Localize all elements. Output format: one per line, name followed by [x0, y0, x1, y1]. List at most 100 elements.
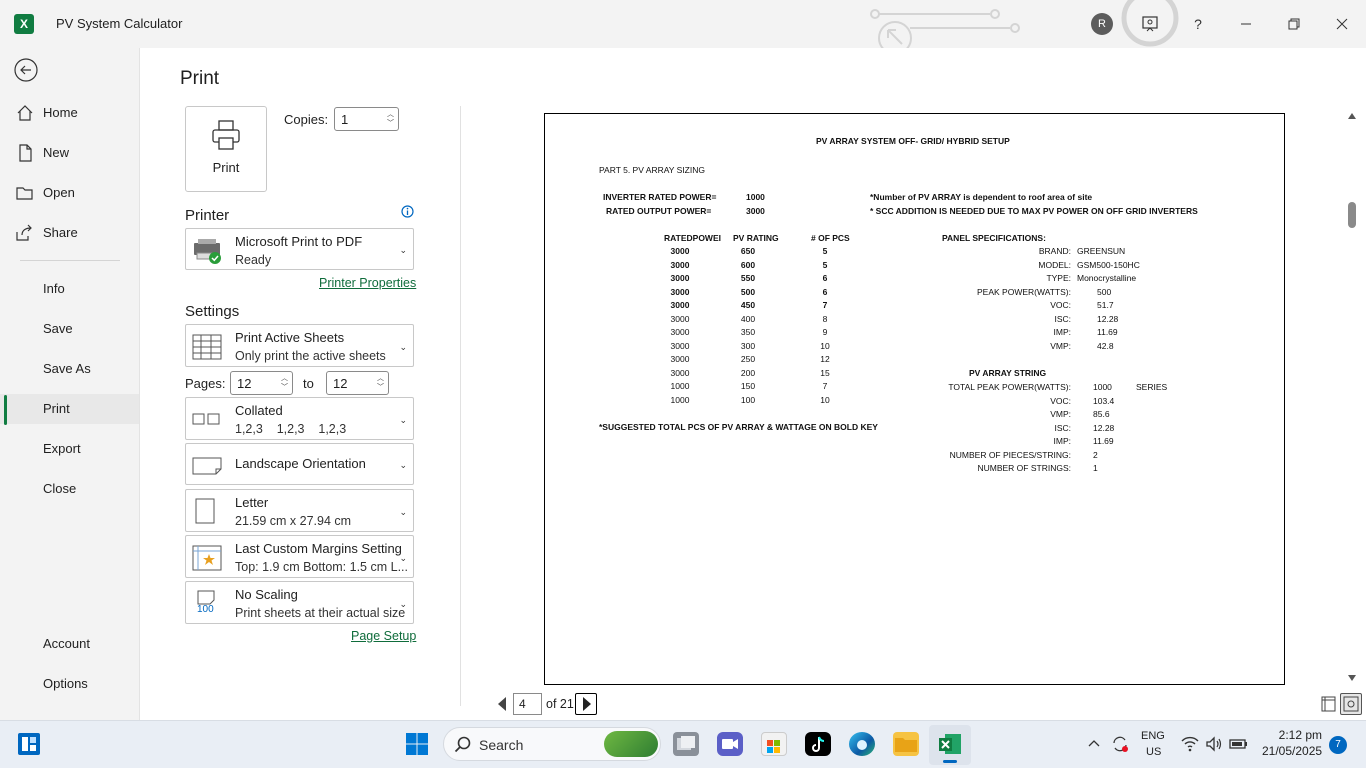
restore-button[interactable] [1282, 12, 1306, 36]
search-highlight-image [604, 731, 658, 757]
table-cell: 1000 [670, 394, 690, 405]
stepper-arrows-icon[interactable]: ︿ ﹀ [387, 110, 394, 128]
excel-taskbar-app[interactable] [929, 725, 971, 765]
volume-icon[interactable] [1205, 735, 1223, 753]
custom-margins-icon [192, 545, 222, 571]
letter-page-icon [195, 498, 215, 524]
edge-app[interactable] [849, 732, 875, 756]
spec-value: GREENSUN [1077, 246, 1126, 256]
print-what-dropdown[interactable]: Print Active Sheets Only print the activ… [185, 324, 414, 367]
taskbar-search[interactable]: Search [443, 727, 661, 761]
total-pages-label: of 21 [546, 697, 574, 711]
task-view-app[interactable] [673, 732, 699, 756]
back-button[interactable] [14, 58, 38, 82]
sheet-title: PV ARRAY SYSTEM OFF- GRID/ HYBRID SETUP [816, 136, 1010, 146]
pages-from-stepper[interactable]: 12 ︿ ﹀ [230, 371, 293, 395]
nav-export-label: Export [43, 441, 81, 456]
print-button[interactable]: Print [185, 106, 267, 192]
clock-time[interactable]: 2:12 pm [1262, 728, 1322, 742]
nav-close-label: Close [43, 481, 77, 496]
previous-page-icon[interactable] [496, 696, 508, 712]
preview-scrollbar[interactable] [1343, 107, 1361, 687]
copies-stepper[interactable]: 1 ︿ ﹀ [334, 107, 399, 131]
spec-value: Monocrystalline [1077, 273, 1137, 283]
nav-new[interactable]: New [0, 138, 139, 168]
table-cell: 150 [740, 381, 756, 391]
clock-date[interactable]: 21/05/2025 [1262, 744, 1322, 758]
nav-close[interactable]: Close [0, 474, 139, 504]
tiktok-app[interactable] [805, 732, 831, 756]
nav-account[interactable]: Account [0, 629, 139, 659]
close-window-button[interactable] [1330, 12, 1354, 36]
notification-badge[interactable]: 7 [1329, 736, 1347, 754]
restore-icon [1288, 18, 1300, 30]
nav-open[interactable]: Open [0, 178, 139, 208]
table-cell: 3000 [670, 300, 690, 310]
nav-options-label: Options [43, 676, 88, 691]
paper-size-dropdown[interactable]: Letter 21.59 cm x 27.94 cm ⌄ [185, 489, 414, 532]
wifi-icon[interactable] [1181, 735, 1199, 753]
table-cell: 12 [820, 354, 830, 364]
nav-options[interactable]: Options [0, 669, 139, 699]
language-indicator[interactable]: ENG [1141, 730, 1165, 742]
nav-info[interactable]: Info [0, 274, 139, 304]
stepper-arrows-icon[interactable]: ︿ ﹀ [377, 374, 384, 392]
print-what-desc: Only print the active sheets [235, 349, 386, 363]
margins-dropdown[interactable]: Last Custom Margins Setting Top: 1.9 cm … [185, 535, 414, 578]
printer-dropdown[interactable]: Microsoft Print to PDF Ready ⌄ [185, 228, 414, 270]
minimize-button[interactable] [1234, 12, 1258, 36]
widgets-button[interactable] [18, 733, 40, 755]
store-app[interactable] [761, 732, 787, 756]
nav-save-as-label: Save As [43, 361, 91, 376]
inverter-rated-label: INVERTER RATED POWER= [603, 192, 717, 202]
collation-dropdown[interactable]: Collated 1,2,3 1,2,3 1,2,3 ⌄ [185, 397, 414, 440]
nav-save[interactable]: Save [0, 314, 139, 344]
sync-icon[interactable] [1110, 734, 1130, 754]
table-cell: 10 [820, 340, 830, 351]
chevron-up-icon[interactable] [1087, 737, 1101, 751]
user-avatar[interactable]: R [1091, 13, 1113, 35]
keyboard-layout[interactable]: US [1146, 746, 1161, 758]
backstage-nav: Home New Open Share Info Save Save As Pr… [0, 48, 140, 720]
table-cell: 450 [740, 300, 756, 310]
zoom-to-page-button[interactable] [1340, 693, 1362, 715]
margins-desc: Top: 1.9 cm Bottom: 1.5 cm L... [235, 560, 408, 574]
feedback-button[interactable] [1138, 12, 1162, 36]
nav-save-as[interactable]: Save As [0, 354, 139, 384]
nav-share[interactable]: Share [0, 218, 139, 248]
table-cell: 3000 [670, 354, 690, 364]
spec-label: VOC: [1050, 395, 1071, 406]
battery-icon[interactable] [1229, 736, 1249, 752]
nav-home[interactable]: Home [0, 98, 139, 128]
file-explorer-app[interactable] [893, 732, 919, 756]
nav-print[interactable]: Print [0, 394, 139, 424]
title-bar: X PV System Calculator R ? [0, 0, 1366, 48]
stepper-arrows-icon[interactable]: ︿ ﹀ [281, 374, 288, 392]
nav-export[interactable]: Export [0, 434, 139, 464]
scaling-dropdown[interactable]: 100 No Scaling Print sheets at their act… [185, 581, 414, 624]
show-margins-icon[interactable] [1321, 696, 1336, 712]
page-setup-link[interactable]: Page Setup [351, 629, 416, 643]
table-cell: 600 [740, 259, 756, 270]
spec-label: VMP: [1050, 409, 1071, 419]
windows-start-icon[interactable] [405, 732, 429, 756]
table-cell: 6 [822, 286, 828, 297]
next-page-button[interactable] [575, 693, 597, 715]
orientation-dropdown[interactable]: Landscape Orientation ⌄ [185, 443, 414, 485]
pdf-printer-icon [194, 239, 221, 264]
printer-properties-link[interactable]: Printer Properties [319, 276, 416, 290]
search-label: Search [479, 737, 524, 753]
scrollbar-thumb[interactable] [1348, 202, 1356, 228]
paper-size-desc: 21.59 cm x 27.94 cm [235, 514, 352, 528]
teams-app[interactable] [717, 732, 743, 756]
spec-value: GSM500-150HC [1077, 259, 1140, 270]
nav-print-label: Print [43, 401, 70, 416]
spec-value: 12.28 [1097, 313, 1119, 324]
current-page-input[interactable]: 4 [513, 693, 542, 715]
current-page-value: 4 [519, 697, 526, 711]
close-icon [1336, 18, 1348, 30]
help-button[interactable]: ? [1186, 12, 1210, 36]
info-icon[interactable] [401, 205, 414, 218]
pages-to-stepper[interactable]: 12 ︿ ﹀ [326, 371, 389, 395]
table-cell: 250 [740, 354, 756, 364]
